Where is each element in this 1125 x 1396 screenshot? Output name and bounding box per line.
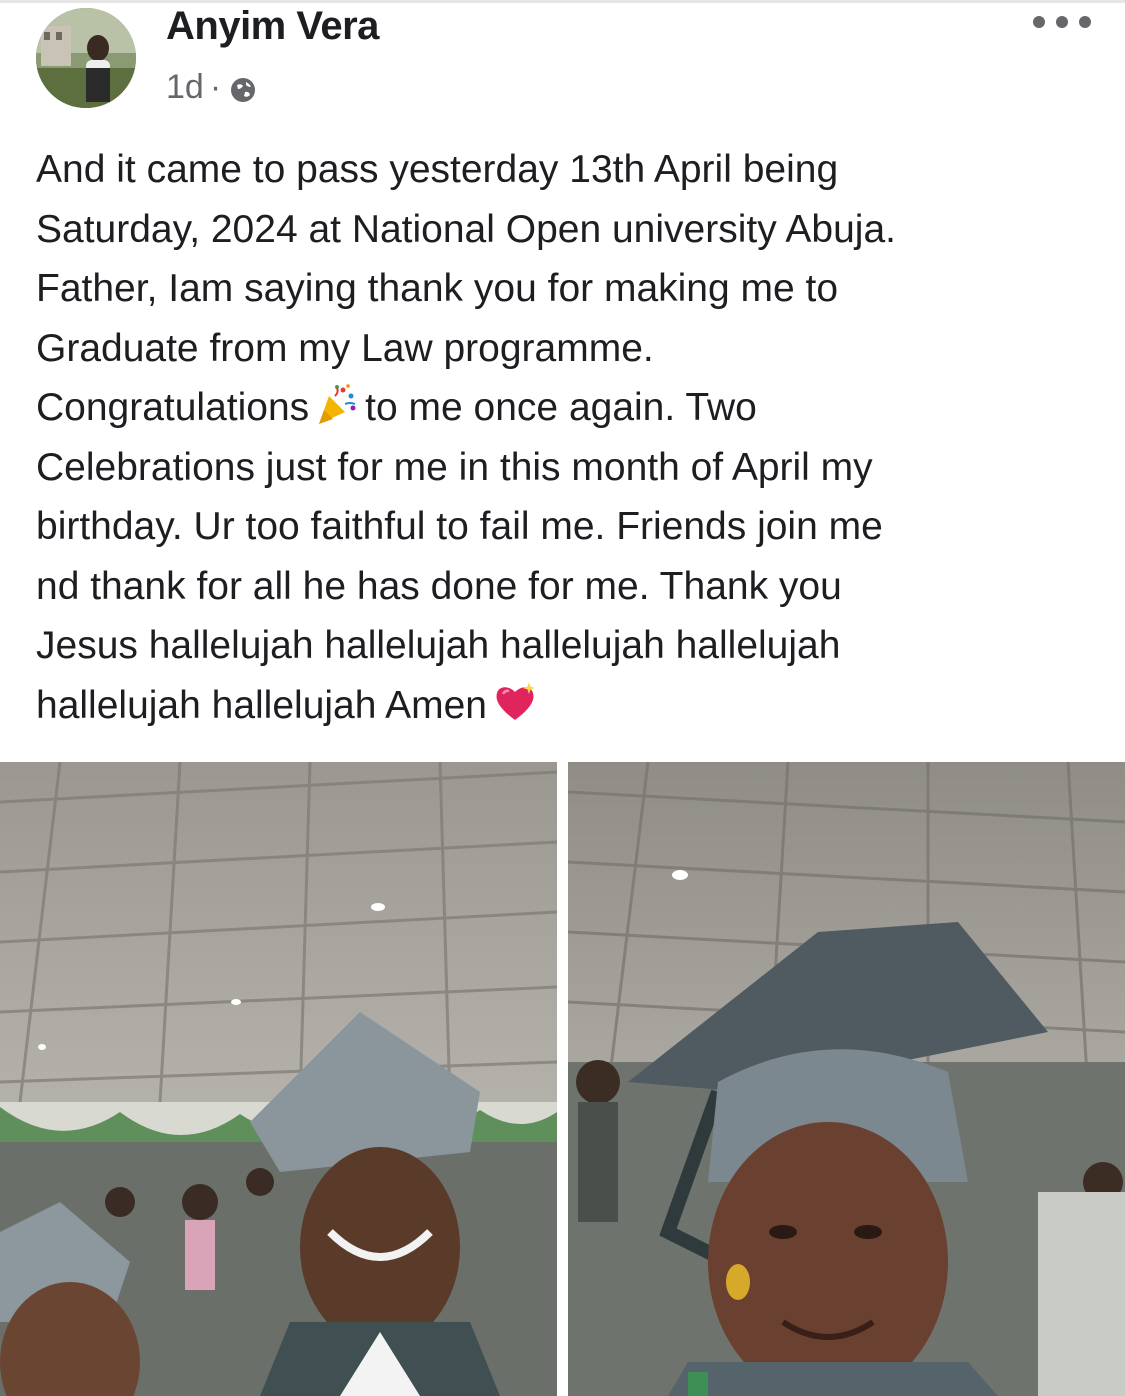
post-text-fragment: Congratulations: [36, 386, 310, 429]
post-photo-right[interactable]: [568, 762, 1125, 1396]
post-text-fragment: to me once again. Two: [365, 386, 757, 429]
post-text-line: Saturday, 2024 at National Open universi…: [36, 207, 896, 251]
post-text-fragment: hallelujah hallelujah Amen: [36, 683, 487, 727]
top-divider: [0, 0, 1125, 3]
post-text-line: Celebrations just for me in this month o…: [36, 445, 873, 489]
post-text-line: nd thank for all he has done for me. Tha…: [36, 564, 842, 608]
more-options-button[interactable]: [1033, 14, 1091, 30]
more-dot: [1079, 16, 1091, 28]
post-text-line: Congratulations to me once again. Two: [36, 378, 1096, 438]
post-timestamp[interactable]: 1d: [166, 68, 204, 107]
post-photo-left[interactable]: [0, 762, 557, 1396]
avatar[interactable]: [36, 8, 136, 108]
post-text-line: And it came to pass yesterday 13th April…: [36, 148, 839, 191]
post-text-line: Father, Iam saying thank you for making …: [36, 267, 839, 310]
globe-icon: [229, 74, 257, 102]
post-text-line: Jesus hallelujah hallelujah hallelujah h…: [36, 624, 841, 667]
meta-separator: ·: [209, 68, 222, 106]
post-text: And it came to pass yesterday 13th April…: [36, 140, 1096, 735]
more-dot: [1056, 16, 1068, 28]
party-popper-emoji: [315, 382, 359, 426]
post-text-line: birthday. Ur too faithful to fail me. Fr…: [36, 505, 883, 548]
post-text-line: Graduate from my Law programme.: [36, 326, 654, 370]
more-dots-icon: [1033, 16, 1045, 28]
post-text-line: hallelujah hallelujah Amen: [36, 676, 1096, 736]
post-author-name[interactable]: Anyim Vera: [166, 4, 379, 49]
sparkling-heart-emoji: [493, 680, 537, 724]
post-meta: 1d ·: [166, 68, 257, 107]
